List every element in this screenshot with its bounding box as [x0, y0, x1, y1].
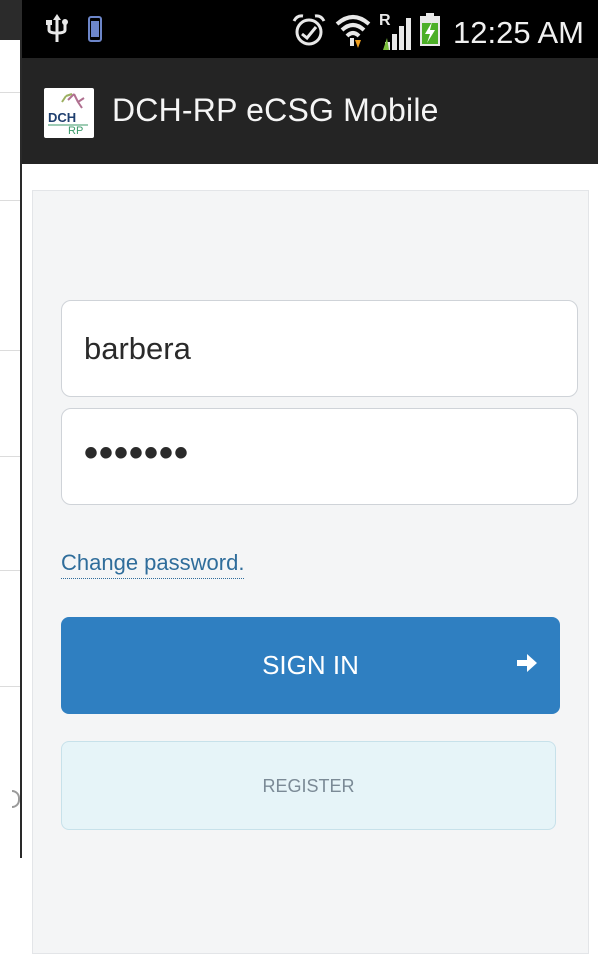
- background-divider: [0, 200, 20, 201]
- wifi-icon: [333, 10, 373, 55]
- sign-in-button[interactable]: SIGN IN: [61, 617, 560, 714]
- background-window-titlebar: [0, 0, 22, 40]
- change-password-link[interactable]: Change password.: [61, 550, 245, 579]
- arrow-right-icon: [516, 652, 538, 679]
- background-divider: [0, 92, 20, 93]
- app-title: DCH-RP eCSG Mobile: [112, 92, 439, 128]
- signal-icon: R: [379, 12, 413, 52]
- login-panel: barbera ••••••• Change password. SIGN IN: [32, 190, 589, 954]
- status-bar: R 12:25 AM: [22, 0, 598, 58]
- app-logo[interactable]: DCH RP: [44, 88, 94, 138]
- status-time: 12:25 AM: [453, 14, 584, 50]
- register-label: REGISTER: [262, 776, 355, 796]
- status-left-icons: [46, 14, 102, 49]
- background-divider: [0, 686, 20, 687]
- phone-storage-icon: [88, 16, 102, 47]
- username-field[interactable]: barbera: [61, 300, 578, 397]
- app-bar: DCH RP DCH-RP eCSG Mobile: [22, 58, 598, 164]
- login-content: barbera ••••••• Change password. SIGN IN: [22, 164, 598, 965]
- phone-screen: R 12:25 AM DCH RP DCH-RP eCSG Mobile bar…: [22, 0, 598, 965]
- username-value: barbera: [84, 331, 191, 366]
- password-value: •••••••: [84, 431, 190, 475]
- usb-icon: [46, 14, 68, 49]
- background-partial-glyph: [12, 790, 20, 808]
- alarm-icon: [291, 12, 327, 53]
- password-field[interactable]: •••••••: [61, 408, 578, 505]
- screenshot-canvas: R 12:25 AM DCH RP DCH-RP eCSG Mobile bar…: [0, 0, 598, 965]
- sign-in-label: SIGN IN: [262, 650, 359, 680]
- battery-charging-icon: [419, 13, 441, 52]
- register-button[interactable]: REGISTER: [61, 741, 556, 830]
- background-divider: [0, 456, 20, 457]
- background-divider: [0, 350, 20, 351]
- logo-text-rp: RP: [68, 125, 83, 137]
- background-divider: [0, 570, 20, 571]
- background-window: [0, 0, 22, 858]
- logo-text-dch: DCH: [48, 110, 76, 125]
- status-right-icons: R 12:25 AM: [291, 10, 584, 55]
